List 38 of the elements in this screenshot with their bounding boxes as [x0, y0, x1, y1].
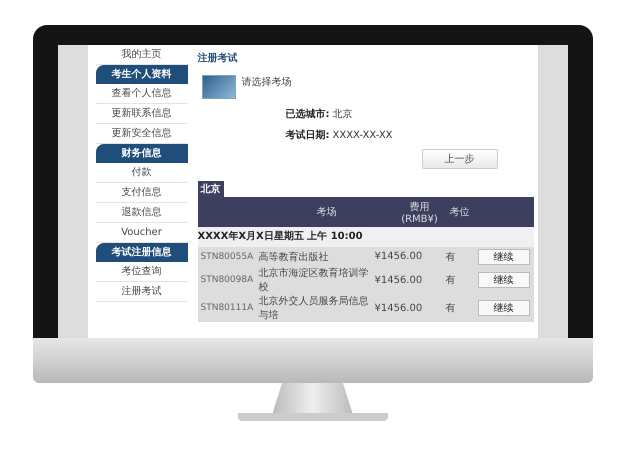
- table-cell-text: STN80098A: [200, 275, 254, 285]
- column-header: 考场: [316, 206, 338, 219]
- continue-button[interactable]: 继续: [478, 248, 530, 264]
- table-cell-text: 北京市海淀区教育培训学校: [258, 266, 370, 294]
- sidebar-section-header: 考试注册信息: [96, 243, 188, 262]
- sidebar-section-header: 考生个人资料: [96, 65, 188, 84]
- prompt-text: 请选择考场: [242, 76, 292, 89]
- table-cell-text: 有: [444, 302, 456, 315]
- table-cell-text: ¥1456.00: [374, 274, 424, 286]
- table-cell-text: STN80055A: [200, 252, 254, 262]
- sidebar-link[interactable]: 查看个人信息: [96, 84, 188, 104]
- table-cell-text: ¥1456.00: [374, 251, 424, 262]
- table-cell-text: 高等教育出版社: [258, 250, 330, 264]
- date-heading: XXXX年X月X日星期五 上午 10:00: [198, 231, 363, 242]
- back-button[interactable]: 上一步: [422, 149, 498, 169]
- continue-button[interactable]: 继续: [478, 272, 530, 288]
- table-cell-text: 有: [444, 250, 456, 264]
- column-header: 费用 (RMB¥): [400, 200, 439, 224]
- field-label: 已选城市:: [286, 109, 330, 120]
- table-cell-text: ¥1456.00: [374, 302, 424, 314]
- sidebar-link[interactable]: 付款: [96, 163, 188, 183]
- city-tab[interactable]: 北京: [198, 181, 224, 197]
- table-cell-text: 有: [444, 274, 456, 287]
- sidebar-link[interactable]: 更新联系信息: [96, 104, 188, 124]
- sidebar-link[interactable]: 注册考试: [96, 282, 188, 302]
- continue-button[interactable]: 继续: [478, 300, 530, 316]
- page-title: 注册考试: [198, 51, 238, 65]
- sidebar-link[interactable]: 考位查询: [96, 262, 188, 282]
- sidebar-link[interactable]: 退款信息: [96, 203, 188, 223]
- column-header: 考位: [448, 206, 470, 219]
- sidebar-link[interactable]: 支付信息: [96, 183, 188, 203]
- field-value: 北京: [332, 109, 352, 120]
- table-cell-text: STN80111A: [200, 303, 254, 313]
- sidebar-section-header: 财务信息: [96, 144, 188, 163]
- field-value: XXXX-XX-XX: [332, 130, 393, 141]
- table-cell-text: 北京外交人员服务局信息与培: [258, 294, 370, 322]
- field-label: 考试日期:: [286, 130, 330, 141]
- photo-placeholder: [202, 75, 236, 99]
